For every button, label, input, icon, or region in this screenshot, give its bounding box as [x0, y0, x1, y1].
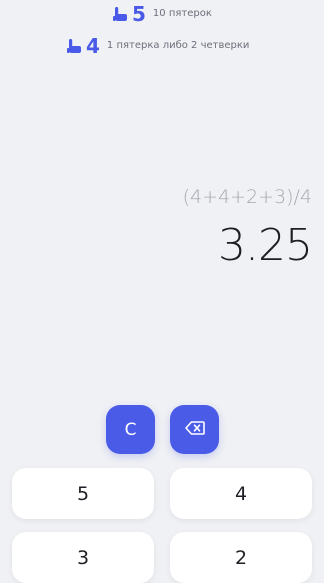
backspace-button[interactable] — [170, 405, 219, 454]
grade-key-2[interactable]: 2 — [170, 532, 312, 583]
hint-row-grade-4: 4 1 пятерка либо 2 четверки — [67, 34, 249, 58]
grade-key-label: 3 — [76, 546, 90, 569]
hint-description: 10 пятерок — [152, 8, 212, 19]
result-display: 3.25 — [218, 220, 313, 271]
grade-key-label: 2 — [234, 546, 248, 569]
hint-grade-label: 4 — [86, 34, 100, 58]
grade-key-4[interactable]: 4 — [170, 468, 312, 519]
expression-display: (4+4+2+3)/4 — [182, 186, 312, 208]
clear-button[interactable]: C — [106, 405, 155, 454]
grade-key-3[interactable]: 3 — [12, 532, 154, 583]
hint-grade-label: 5 — [132, 2, 146, 26]
hint-row-grade-5: 5 10 пятерок — [113, 2, 212, 26]
grade-key-label: 4 — [234, 482, 248, 505]
pointing-hand-icon — [113, 6, 128, 22]
pointing-hand-icon — [67, 38, 82, 54]
grade-key-5[interactable]: 5 — [12, 468, 154, 519]
backspace-icon — [184, 420, 205, 439]
hint-description: 1 пятерка либо 2 четверки — [106, 40, 250, 51]
grade-key-label: 5 — [76, 482, 90, 505]
clear-button-label: C — [124, 419, 137, 440]
